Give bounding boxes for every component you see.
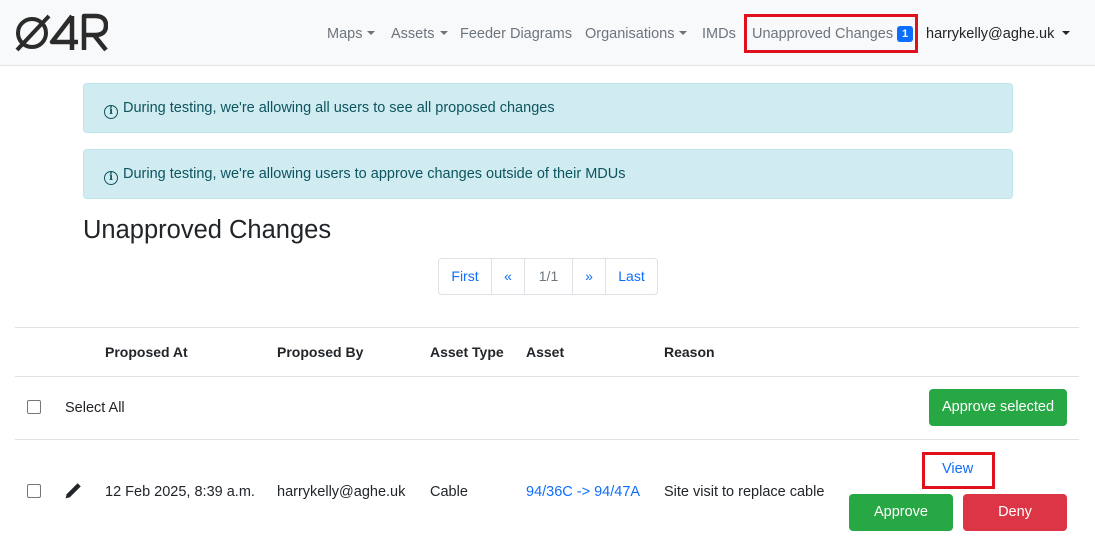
- alert-see-all-changes: i During testing, we're allowing all user…: [83, 83, 1013, 133]
- nav-assets-label: Assets: [391, 26, 435, 42]
- top-navbar: Maps Assets Feeder Diagrams Organisation…: [0, 0, 1095, 66]
- row-proposed-by: harrykelly@aghe.uk: [277, 484, 406, 500]
- header-reason: Reason: [664, 344, 715, 360]
- user-menu-dropdown[interactable]: harrykelly@aghe.uk: [926, 24, 1071, 44]
- row-proposed-at: 12 Feb 2025, 8:39 a.m.: [105, 484, 255, 500]
- row-divider: [15, 439, 1079, 440]
- nav-maps-label: Maps: [327, 26, 363, 42]
- nav-organisations-dropdown[interactable]: Organisations: [585, 24, 688, 44]
- user-email: harrykelly@aghe.uk: [926, 26, 1055, 42]
- select-all-checkbox[interactable]: [27, 400, 41, 414]
- pagination-last[interactable]: Last: [605, 259, 657, 294]
- chevron-down-icon: [679, 31, 688, 35]
- nav-assets-dropdown[interactable]: Assets: [391, 24, 448, 44]
- row-asset-link[interactable]: 94/36C -> 94/47A: [526, 484, 640, 500]
- unapproved-count-badge: 1: [897, 26, 914, 42]
- row-asset-type: Cable: [430, 484, 468, 500]
- chevron-down-icon: [1062, 31, 1071, 35]
- nav-maps-dropdown[interactable]: Maps: [327, 24, 376, 44]
- nav-unapproved-changes-label: Unapproved Changes: [752, 26, 894, 42]
- app-logo[interactable]: [14, 12, 108, 54]
- header-asset-type: Asset Type: [430, 344, 504, 360]
- pencil-icon[interactable]: [64, 482, 82, 500]
- chevron-down-icon: [439, 31, 448, 35]
- info-circle-icon: i: [104, 171, 118, 185]
- pagination-current: 1/1: [524, 259, 572, 294]
- nav-feeder-diagrams[interactable]: Feeder Diagrams: [460, 24, 572, 44]
- header-proposed-by: Proposed By: [277, 344, 364, 360]
- table-top-border: [15, 327, 1079, 328]
- page-title: Unapproved Changes: [83, 216, 332, 244]
- approve-button[interactable]: Approve: [849, 494, 953, 531]
- nav-imds[interactable]: IMDs: [702, 24, 736, 44]
- row-view-link[interactable]: View: [942, 461, 973, 477]
- row-checkbox[interactable]: [27, 484, 41, 498]
- approve-selected-button[interactable]: Approve selected: [929, 389, 1067, 426]
- pagination-first[interactable]: First: [439, 259, 491, 294]
- pagination-prev[interactable]: «: [491, 259, 524, 294]
- nav-unapproved-changes[interactable]: Unapproved Changes 1: [752, 24, 914, 44]
- header-divider: [15, 376, 1079, 377]
- header-proposed-at: Proposed At: [105, 344, 188, 360]
- nav-organisations-label: Organisations: [585, 26, 675, 42]
- pagination: First « 1/1 » Last: [438, 258, 658, 295]
- alert-see-all-text: During testing, we're allowing all users…: [123, 100, 555, 116]
- alert-approve-outside-text: During testing, we're allowing users to …: [123, 166, 626, 182]
- info-circle-icon: i: [104, 105, 118, 119]
- header-asset: Asset: [526, 344, 565, 360]
- alert-approve-outside-mdus: i During testing, we're allowing users to…: [83, 149, 1013, 199]
- chevron-down-icon: [367, 31, 376, 35]
- pagination-next[interactable]: »: [572, 259, 605, 294]
- select-all-label[interactable]: Select All: [65, 400, 125, 416]
- deny-button[interactable]: Deny: [963, 494, 1067, 531]
- row-reason: Site visit to replace cable: [664, 484, 825, 500]
